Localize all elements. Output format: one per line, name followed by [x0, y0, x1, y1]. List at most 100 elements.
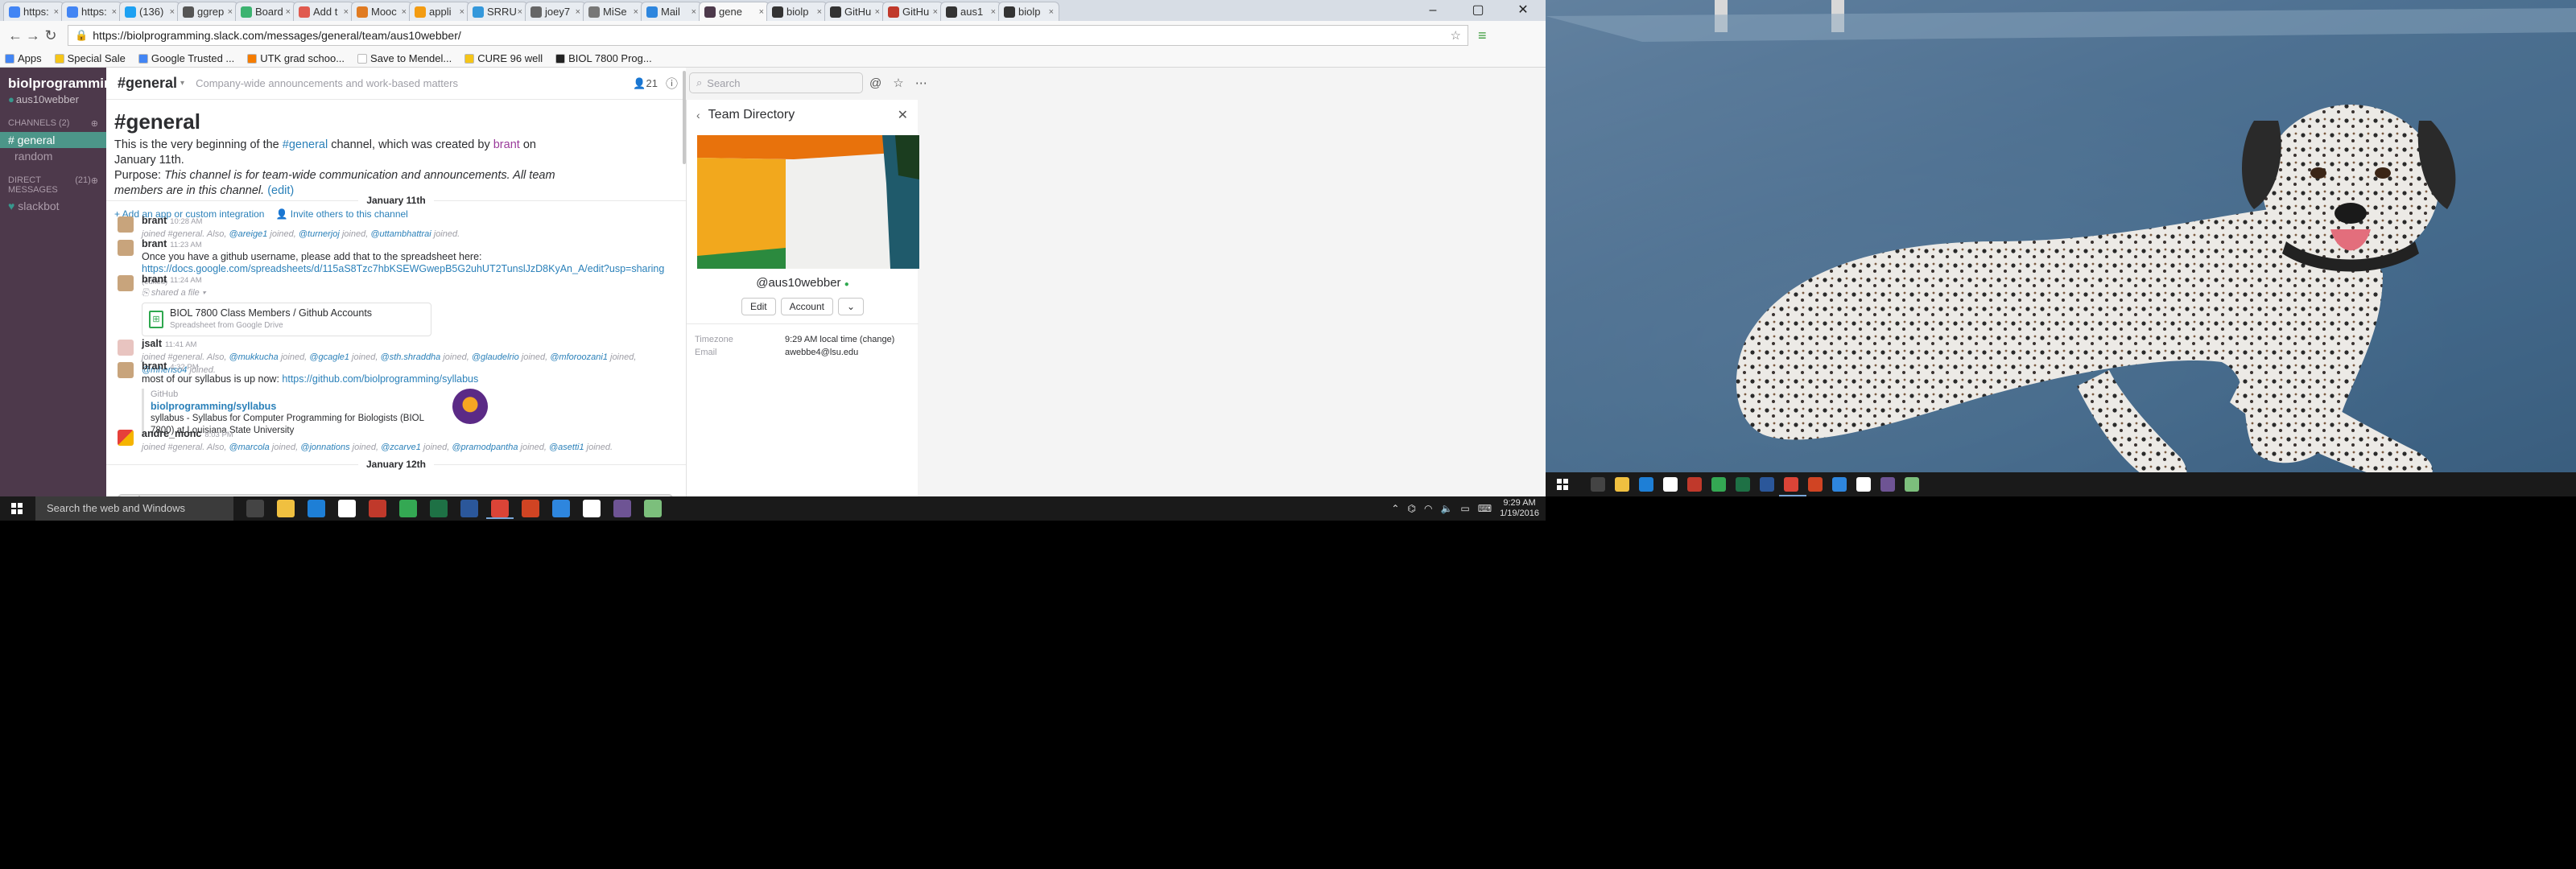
browser-tab[interactable]: GitHu × [882, 2, 943, 21]
avatar[interactable] [118, 340, 134, 356]
excel-icon[interactable] [1736, 477, 1750, 492]
browser-tab[interactable]: appli × [409, 2, 470, 21]
tab-close-icon[interactable]: × [344, 7, 349, 17]
store-icon[interactable] [338, 500, 356, 517]
browser-tab[interactable]: (136) × [119, 2, 180, 21]
mail-icon[interactable] [583, 500, 601, 517]
browser-tab[interactable]: aus1 × [940, 2, 1001, 21]
message-author[interactable]: brant [142, 274, 167, 285]
app-t-icon[interactable] [369, 500, 386, 517]
close-icon[interactable]: ✕ [898, 107, 908, 123]
chrome-menu-icon[interactable]: ≡ [1478, 27, 1487, 44]
user-mention[interactable]: @jonnations [300, 443, 349, 452]
add-dm-icon[interactable]: ⊕ [91, 175, 98, 195]
message-time[interactable]: 11:41 AM [165, 340, 196, 349]
avatar[interactable] [118, 216, 134, 233]
tab-close-icon[interactable]: × [112, 7, 117, 17]
bookmark-item[interactable]: Special Sale [54, 52, 126, 64]
browser-tab[interactable]: biolp × [998, 2, 1059, 21]
task-view-icon[interactable] [1591, 477, 1605, 492]
avatar[interactable] [118, 362, 134, 378]
message-time[interactable]: 11:24 AM [170, 276, 201, 285]
tab-close-icon[interactable]: × [817, 7, 822, 17]
bookmark-item[interactable]: Save to Mendel... [357, 52, 452, 64]
tab-close-icon[interactable]: × [402, 7, 407, 17]
app-icon[interactable] [1905, 477, 1919, 492]
excel-icon[interactable] [430, 500, 448, 517]
tab-close-icon[interactable]: × [634, 7, 638, 17]
timezone-value[interactable]: 9:29 AM local time (change) [785, 335, 894, 344]
tab-close-icon[interactable]: × [691, 7, 696, 17]
message-author[interactable]: brant [142, 215, 167, 226]
info-icon[interactable]: ⓘ [666, 75, 678, 92]
word-icon[interactable] [460, 500, 478, 517]
current-user[interactable]: ● aus10webber [0, 92, 106, 107]
tab-close-icon[interactable]: × [286, 7, 291, 17]
avatar[interactable] [118, 275, 134, 291]
email-value[interactable]: awebbe4@lsu.edu [785, 348, 858, 357]
message-link[interactable]: https://docs.google.com/spreadsheets/d/1… [142, 263, 664, 274]
message-time[interactable]: 11:23 AM [170, 241, 201, 249]
browser-tab[interactable]: Mooc × [351, 2, 412, 21]
address-bar[interactable]: 🔒 https://biolprogramming.slack.com/mess… [68, 25, 1468, 46]
intro-channel-link[interactable]: #general [283, 138, 328, 151]
clock[interactable]: 9:29 AM 1/19/2016 [1500, 498, 1539, 519]
chevron-up-icon[interactable]: ⌃ [1391, 503, 1399, 514]
browser-tab[interactable]: MiSe × [583, 2, 644, 21]
avatar[interactable] [118, 240, 134, 256]
github-icon[interactable] [613, 500, 631, 517]
cortana-search[interactable]: Search the web and Windows [35, 496, 233, 521]
message-link[interactable]: https://github.com/biolprogramming/sylla… [282, 373, 478, 385]
bookmark-item[interactable]: UTK grad schoo... [247, 52, 345, 64]
task-view-icon[interactable] [246, 500, 264, 517]
chevron-left-icon[interactable]: ‹ [696, 109, 700, 121]
volume-icon[interactable]: 🔈 [1440, 503, 1452, 514]
message-author[interactable]: brant [142, 238, 167, 249]
search-input[interactable]: ⌕ Search [689, 72, 863, 93]
sidebar-item-slackbot[interactable]: ♥ slackbot [0, 198, 106, 214]
drive-icon[interactable] [1711, 477, 1726, 492]
powerpoint-icon[interactable] [1808, 477, 1823, 492]
github-icon[interactable] [1880, 477, 1895, 492]
star-icon[interactable]: ☆ [893, 76, 903, 90]
user-mention[interactable]: @zcarve1 [381, 443, 421, 452]
dm-header[interactable]: DIRECT MESSAGES (21) ⊕ [0, 164, 106, 198]
browser-tab[interactable]: https: × [3, 2, 64, 21]
tab-close-icon[interactable]: × [518, 7, 522, 17]
file-explorer-icon[interactable] [1615, 477, 1629, 492]
browser-tab[interactable]: SRRU × [467, 2, 528, 21]
store-icon[interactable] [1663, 477, 1678, 492]
browser-tab[interactable]: ggrep × [177, 2, 238, 21]
bluetooth-icon[interactable] [552, 500, 570, 517]
tab-close-icon[interactable]: × [933, 7, 938, 17]
chevron-down-icon[interactable]: ▾ [180, 79, 184, 88]
message-time[interactable]: 4:32 PM [170, 363, 198, 372]
message-time[interactable]: 8:03 PM [204, 430, 233, 439]
tab-close-icon[interactable]: × [991, 7, 996, 17]
channel-title[interactable]: #general [118, 75, 177, 92]
team-menu[interactable]: biolprogramming ▾ 🔔 [0, 68, 141, 92]
tab-close-icon[interactable]: × [170, 7, 175, 17]
file-explorer-icon[interactable] [277, 500, 295, 517]
keyboard-icon[interactable]: ⌨ [1478, 503, 1492, 514]
sidebar-item-random[interactable]: random [0, 148, 106, 164]
account-button[interactable]: Account [780, 298, 833, 315]
user-mention[interactable]: @marcola [229, 443, 269, 452]
network-icon[interactable]: ⌬ [1407, 503, 1415, 514]
maximize-icon[interactable]: ▢ [1455, 0, 1501, 21]
browser-tab[interactable]: Mail × [641, 2, 702, 21]
tab-close-icon[interactable]: × [1049, 7, 1054, 17]
word-icon[interactable] [1760, 477, 1774, 492]
browser-tab[interactable]: Add t × [293, 2, 354, 21]
tab-close-icon[interactable]: × [54, 7, 59, 17]
attachment-title[interactable]: biolprogramming/syllabus [151, 401, 488, 413]
back-icon[interactable]: ← [6, 27, 24, 44]
close-window-icon[interactable]: ✕ [1501, 0, 1546, 21]
add-channel-icon[interactable]: ⊕ [91, 118, 98, 129]
channels-header[interactable]: CHANNELS (2) ⊕ [0, 107, 106, 132]
intro-user-link[interactable]: brant [493, 138, 520, 151]
message-author[interactable]: jsalt [142, 338, 162, 349]
mail-icon[interactable] [1856, 477, 1871, 492]
app-t-icon[interactable] [1687, 477, 1702, 492]
browser-tab[interactable]: https: × [61, 2, 122, 21]
